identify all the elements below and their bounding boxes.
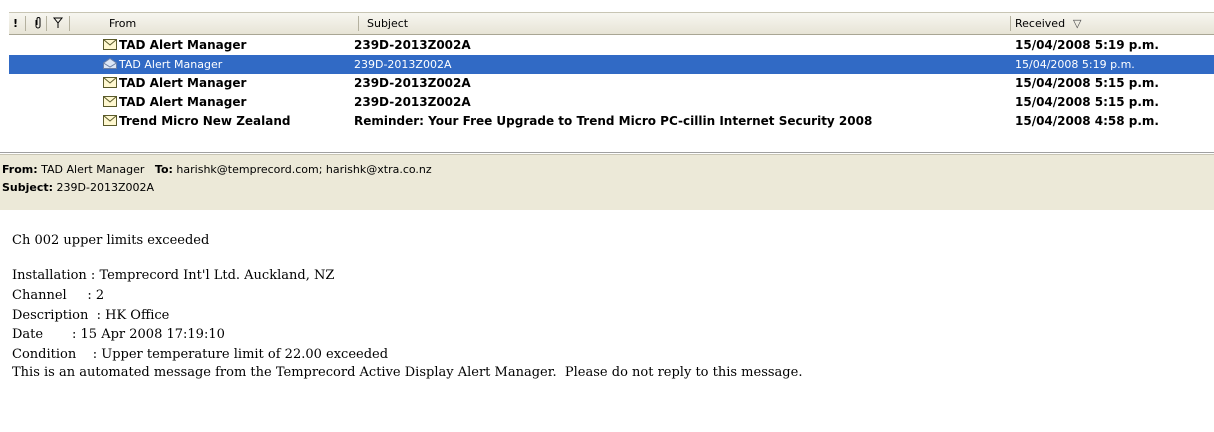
message-row[interactable]: TAD Alert Manager 239D-2013Z002A 15/04/2… [9,74,1214,93]
body-line: Installation : Temprecord Int'l Ltd. Auc… [12,268,335,283]
message-received: 15/04/2008 5:19 p.m. [1015,58,1135,71]
to-label: To: [154,163,173,176]
from-text: Trend Micro New Zealand [119,114,291,128]
from-text: TAD Alert Manager [119,58,223,71]
from-label: From: [2,163,38,176]
message-row[interactable]: TAD Alert Manager 239D-2013Z002A 15/04/2… [9,36,1214,55]
message-subject: 239D-2013Z002A [354,95,471,109]
from-text: TAD Alert Manager [119,38,247,52]
subject-label: Subject: [2,181,54,194]
message-list[interactable]: ! From Subject Received ▽ TAD Alert Mana… [0,0,1214,153]
column-divider[interactable] [25,16,26,31]
message-row[interactable]: Trend Micro New Zealand Reminder: Your F… [9,112,1214,131]
message-from: TAD Alert Manager [103,74,358,93]
subject-value: 239D-2013Z002A [56,181,155,194]
column-divider[interactable] [46,16,47,31]
preview-subject-line: Subject: 239D-2013Z002A [2,181,154,194]
message-received: 15/04/2008 5:19 p.m. [1015,38,1159,52]
message-from: TAD Alert Manager [103,55,358,74]
message-subject: 239D-2013Z002A [354,58,452,71]
preview-header: From: TAD Alert Manager To: harishk@temp… [0,154,1214,211]
preview-from-to-line: From: TAD Alert Manager To: harishk@temp… [2,163,432,176]
unread-envelope-icon [103,77,117,88]
body-line: Description : HK Office [12,308,170,323]
column-divider[interactable] [69,16,70,31]
message-subject: 239D-2013Z002A [354,38,471,52]
flag-column-icon[interactable] [52,13,64,34]
received-column-header[interactable]: Received [1015,13,1065,34]
unread-envelope-icon [103,115,117,126]
message-from: Trend Micro New Zealand [103,112,358,131]
message-received: 15/04/2008 5:15 p.m. [1015,95,1159,109]
subject-column-header[interactable]: Subject [367,13,408,34]
column-divider[interactable] [1010,16,1011,31]
message-subject: Reminder: Your Free Upgrade to Trend Mic… [354,114,873,128]
column-divider[interactable] [358,16,359,31]
message-from: TAD Alert Manager [103,36,358,55]
list-top-spacer [0,0,1214,11]
from-column-header[interactable]: From [109,13,136,34]
unread-envelope-icon [103,96,117,107]
message-received: 15/04/2008 5:15 p.m. [1015,76,1159,90]
attachment-column-icon[interactable] [33,13,43,34]
from-text: TAD Alert Manager [119,76,247,90]
unread-envelope-icon [103,39,117,50]
message-row[interactable]: TAD Alert Manager 239D-2013Z002A 15/04/2… [9,93,1214,112]
message-row-selected[interactable]: TAD Alert Manager 239D-2013Z002A 15/04/2… [9,55,1214,74]
from-text: TAD Alert Manager [119,95,247,109]
body-line: Channel : 2 [12,288,105,303]
to-value[interactable]: harishk@temprecord.com; harishk@xtra.co.… [176,163,431,176]
body-line: Ch 002 upper limits exceeded [12,233,210,248]
message-subject: 239D-2013Z002A [354,76,471,90]
message-body[interactable]: Ch 002 upper limits exceeded Installatio… [0,210,1214,432]
message-from: TAD Alert Manager [103,93,358,112]
read-envelope-icon [103,58,117,69]
importance-column-header[interactable]: ! [13,13,18,34]
body-line: Condition : Upper temperature limit of 2… [12,347,389,362]
message-received: 15/04/2008 4:58 p.m. [1015,114,1159,128]
column-header: ! From Subject Received ▽ [9,12,1214,35]
body-line: This is an automated message from the Te… [12,365,803,380]
sort-descending-icon: ▽ [1073,17,1082,30]
from-value[interactable]: TAD Alert Manager [41,163,144,176]
body-line: Date : 15 Apr 2008 17:19:10 [12,327,225,342]
